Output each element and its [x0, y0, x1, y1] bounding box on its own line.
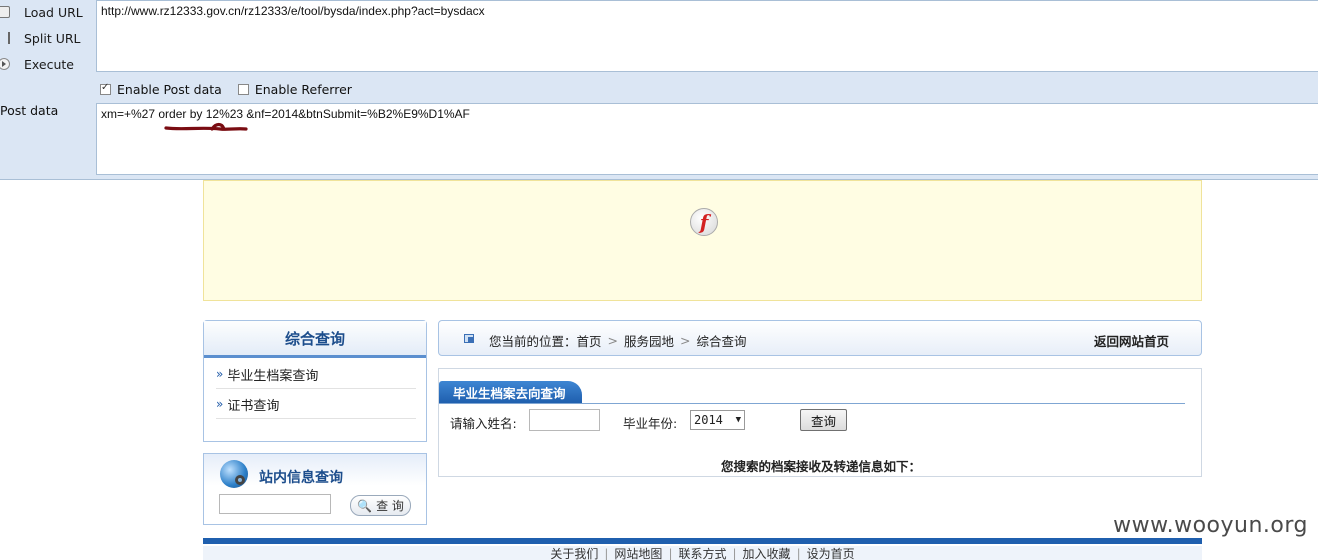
split-url-icon	[0, 32, 10, 44]
footer-link-homepage[interactable]: 设为首页	[807, 547, 855, 560]
footer-link-about[interactable]: 关于我们	[550, 547, 598, 560]
globe-search-icon	[220, 460, 248, 488]
watermark: www.wooyun.org	[1113, 513, 1308, 538]
footer-separator: |	[604, 547, 609, 560]
footer-separator: |	[796, 547, 801, 560]
name-label: 请输入姓名:	[450, 416, 517, 431]
menu-item-label: 毕业生档案查询	[227, 368, 319, 384]
location-icon	[464, 334, 474, 343]
load-url-button[interactable]: Load URL	[0, 1, 83, 23]
post-data-value: xm=+%27 order by 12%23 &nf=2014&btnSubmi…	[101, 107, 470, 121]
dropdown-arrow-icon: ▼	[735, 415, 741, 425]
result-heading: 您搜索的档案接收及转递信息如下：	[720, 459, 921, 474]
hackbar-panel: Load URL Split URL Execute http://www.rz…	[0, 0, 1318, 180]
enable-post-label: Enable Post data	[117, 81, 222, 97]
split-url-label: Split URL	[24, 30, 81, 46]
chevron-right-icon: >	[607, 333, 619, 348]
enable-post-option[interactable]: Enable Post data	[100, 82, 222, 97]
archive-query-panel: 毕业生档案去向查询 请输入姓名: 毕业年份: 2014 ▼ 查询 您搜索的档案接…	[438, 368, 1202, 477]
footer-links: 关于我们 | 网站地图 | 联系方式 | 加入收藏 | 设为首页	[203, 546, 1202, 560]
query-tab-title: 毕业生档案去向查询	[439, 381, 582, 403]
year-value: 2014	[694, 413, 723, 427]
split-url-button[interactable]: Split URL	[0, 27, 81, 49]
flash-banner	[203, 180, 1202, 301]
footer-link-sitemap[interactable]: 网站地图	[614, 547, 662, 560]
breadcrumb: 您当前的位置： 首页 > 服务园地 > 综合查询 返回网站首页	[438, 320, 1202, 356]
enable-referrer-checkbox[interactable]	[237, 83, 249, 95]
menu-item-graduate-archive[interactable]: » 毕业生档案查询	[216, 360, 416, 389]
tab-divider	[439, 403, 1185, 404]
name-input[interactable]	[529, 409, 600, 431]
footer-link-contact[interactable]: 联系方式	[678, 547, 726, 560]
year-select[interactable]: 2014 ▼	[690, 410, 745, 430]
breadcrumb-current: 综合查询	[696, 334, 747, 349]
url-value: http://www.rz12333.gov.cn/rz12333/e/tool…	[101, 4, 485, 18]
site-search-input[interactable]	[219, 494, 331, 514]
breadcrumb-home[interactable]: 首页	[577, 331, 602, 350]
enable-referrer-label: Enable Referrer	[254, 81, 352, 97]
load-url-icon	[0, 6, 10, 18]
menu-item-label: 证书查询	[227, 398, 280, 414]
double-chevron-right-icon: »	[216, 367, 224, 381]
footer-separator: |	[732, 547, 737, 560]
double-chevron-right-icon: »	[216, 397, 224, 411]
query-submit-button[interactable]: 查询	[800, 409, 847, 431]
url-textarea[interactable]: http://www.rz12333.gov.cn/rz12333/e/tool…	[96, 0, 1318, 72]
footer-divider	[203, 538, 1202, 544]
red-underline-annotation	[164, 122, 248, 131]
site-search-title: 站内信息查询	[259, 470, 343, 486]
footer-link-favorite[interactable]: 加入收藏	[743, 547, 791, 560]
breadcrumb-services[interactable]: 服务园地	[624, 331, 674, 350]
site-search-box: 站内信息查询 🔍 查 询	[203, 453, 427, 525]
execute-button[interactable]: Execute	[0, 53, 74, 75]
enable-referrer-option[interactable]: Enable Referrer	[237, 81, 352, 97]
flash-plugin-icon[interactable]: f	[690, 208, 718, 236]
execute-label: Execute	[24, 56, 74, 72]
left-menu: 综合查询 » 毕业生档案查询 » 证书查询	[203, 320, 427, 442]
post-data-label: Post data	[0, 103, 59, 118]
year-label: 毕业年份:	[623, 416, 678, 431]
breadcrumb-prefix: 您当前的位置：	[489, 334, 577, 349]
execute-icon	[0, 58, 10, 70]
enable-post-checkbox[interactable]	[100, 82, 111, 95]
breadcrumb-text: 您当前的位置： 首页 > 服务园地 > 综合查询	[489, 331, 747, 350]
left-menu-title: 综合查询	[204, 321, 426, 358]
site-search-button[interactable]: 🔍 查 询	[350, 495, 411, 516]
post-data-textarea[interactable]: xm=+%27 order by 12%23 &nf=2014&btnSubmi…	[96, 103, 1318, 175]
load-url-label: Load URL	[24, 4, 83, 20]
footer-separator: |	[668, 547, 673, 560]
return-home-link[interactable]: 返回网站首页	[1094, 331, 1169, 350]
hackbar-options: Enable Post data Enable Referrer	[100, 80, 368, 98]
menu-item-certificate[interactable]: » 证书查询	[216, 390, 416, 419]
magnifier-icon: 🔍	[357, 498, 373, 513]
site-search-button-label: 查 询	[376, 499, 404, 513]
chevron-right-icon: >	[680, 333, 691, 348]
